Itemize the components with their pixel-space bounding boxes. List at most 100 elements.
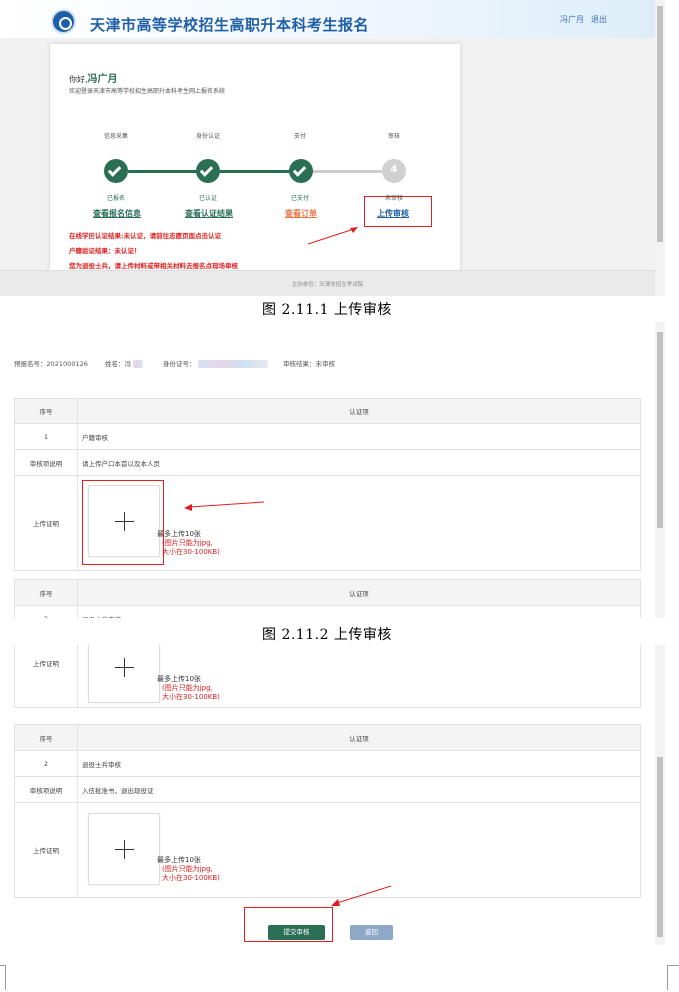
blurred-id [197, 360, 268, 368]
table-row: 1 户籍审核 [14, 423, 641, 450]
table-header: 序号 认证项 [14, 398, 641, 424]
scrollbar-thumb[interactable] [657, 757, 663, 937]
blurred-name [133, 360, 144, 368]
header-item: 认证项 [77, 724, 641, 751]
greeting: 你好,冯广月 [69, 70, 118, 85]
view-order-link[interactable]: 查看订单 [285, 208, 317, 219]
view-auth-result-link[interactable]: 查看认证结果 [185, 208, 233, 219]
warning-veteran: 您为退役士兵，请上传材料或带相关材料去报名点现场审核 [69, 262, 238, 270]
table-row: 2 退役士兵审核 [14, 605, 641, 618]
id-label: 身份证号： [163, 360, 196, 368]
plus-icon-vertical [124, 840, 125, 859]
upload-label-cell: 上传证明 [14, 475, 78, 571]
header-serial: 序号 [14, 724, 78, 751]
item-cell: 户籍审核 [77, 423, 641, 450]
header-serial: 序号 [14, 398, 78, 424]
scrollbar-thumb[interactable] [657, 332, 663, 528]
applicant-name: 姓名：冯 [105, 358, 144, 368]
upload-hint-format: (图片只能为jpg, [162, 865, 213, 873]
id-number: 身份证号： [163, 358, 268, 368]
registration-number: 预报名号：2021000126 [14, 360, 88, 368]
progress-line-2 [220, 170, 300, 173]
highlight-box-upload [82, 480, 164, 565]
desc-label-cell: 审核项说明 [14, 776, 78, 803]
step-title-auth: 身份认证 [195, 133, 220, 140]
desc-value-cell: 请上传户口本首以及本人页 [77, 449, 641, 476]
view-registration-link[interactable]: 查看报名信息 [93, 208, 141, 219]
check-icon [292, 163, 307, 177]
screenshot-status-page: 天津市高等学校招生高职升本科考生报名 冯广月 退出 你好,冯广月 欢迎登录天津市… [0, 0, 665, 296]
step-circle-1 [104, 159, 128, 183]
welcome-text: 欢迎登录天津市高等学校招生高职升本科考生网上报名系统 [69, 88, 226, 95]
step-circle-3 [289, 159, 313, 183]
annotation-arrow [184, 501, 265, 511]
page-corner-mark-left [0, 965, 6, 990]
upload-hint-size: 大小在30-100KB) [162, 693, 220, 701]
upload-hint-size: 大小在30-100KB) [162, 874, 220, 882]
step-status-1: 已报名 [106, 195, 125, 202]
upload-hint-size: 大小在30-100KB) [162, 548, 220, 556]
step-status-3: 已支付 [290, 195, 309, 202]
check-icon [199, 163, 214, 177]
desc-value-cell: 入伍批准书，退出现役证 [77, 776, 641, 803]
table-header: 序号 认证项 [14, 579, 641, 606]
highlight-box-upload-review [364, 196, 432, 227]
name-text: 姓名：冯 [105, 360, 131, 368]
table-row: 审核项说明 入伍批准书，退出现役证 [14, 776, 641, 803]
upload-hint: 最多上传10张 (图片只能为jpg, 大小在30-100KB) [157, 675, 220, 702]
submit-review-button[interactable]: 提交审核 [268, 925, 325, 940]
step-title-info: 信息采集 [103, 133, 128, 140]
step-number: 4 [390, 164, 398, 175]
item-cell: 退役士兵审核 [77, 750, 641, 777]
desc-label-cell: 审核项说明 [14, 449, 78, 476]
step-circle-4: 4 [382, 159, 406, 183]
upload-hint-format: (图片只能为jpg, [162, 539, 213, 547]
check-icon [107, 163, 122, 177]
upload-hint-format: (图片只能为jpg, [162, 684, 213, 692]
page-corner-mark-right [667, 965, 679, 990]
step-title-review: 审核 [387, 133, 400, 140]
plus-icon-vertical [124, 658, 125, 677]
step-title-pay: 支付 [293, 133, 306, 140]
step-status-2: 已认证 [198, 195, 217, 202]
figure-caption-2: 图 2.11.2 上传审核 [262, 627, 392, 643]
greeting-name: 冯广月 [87, 74, 118, 85]
screenshot-upload-form: 预报名号：2021000126 姓名：冯 身份证号： 审核结果：未审核 序号 认… [0, 322, 665, 618]
site-title: 天津市高等学校招生高职升本科考生报名 [90, 16, 370, 34]
table-row: 2 退役士兵审核 [14, 750, 641, 777]
item-cell: 退役士兵审核 [77, 605, 641, 618]
header-serial: 序号 [14, 579, 78, 606]
header-item: 认证项 [77, 579, 641, 606]
upload-hint-count: 最多上传10张 [157, 856, 201, 864]
user-name-link[interactable]: 冯广月 [560, 14, 584, 25]
step-circle-2 [196, 159, 220, 183]
serial-cell: 2 [14, 750, 78, 777]
upload-image-button[interactable] [88, 813, 160, 885]
header-item: 认证项 [77, 398, 641, 424]
annotation-arrow [331, 885, 392, 906]
warning-education: 在线学历认证结果:未认证，请前往志愿页面点击认证 [69, 232, 222, 240]
review-result: 审核结果：未审核 [283, 358, 335, 368]
logout-link[interactable]: 退出 [591, 14, 607, 25]
scrollbar-thumb[interactable] [657, 6, 663, 242]
greeting-prefix: 你好, [69, 75, 88, 84]
figure-caption-1: 图 2.11.1 上传审核 [262, 302, 392, 318]
footer-text: 主办单位：天津市招生考试院 [291, 282, 364, 288]
serial-cell: 1 [14, 423, 78, 450]
serial-cell: 2 [14, 605, 78, 618]
upload-label-cell: 上传证明 [14, 802, 78, 898]
upload-hint-count: 最多上传10张 [157, 530, 201, 538]
screenshot-upload-submit: 上传证明 最多上传10张 (图片只能为jpg, 大小在30-100KB) 序号 … [0, 645, 665, 945]
warning-household: 户籍验证结果：未认证！ [69, 247, 141, 255]
table-row: 审核项说明 请上传户口本首以及本人页 [14, 449, 641, 476]
upload-hint: 最多上传10张 (图片只能为jpg, 大小在30-100KB) [157, 530, 220, 557]
upload-hint: 最多上传10张 (图片只能为jpg, 大小在30-100KB) [157, 856, 220, 883]
back-button[interactable]: 返回 [350, 925, 393, 940]
certification-table-2: 序号 认证项 2 退役士兵审核 [14, 579, 641, 618]
upload-hint-count: 最多上传10张 [157, 675, 201, 683]
progress-line-3 [312, 170, 382, 173]
upload-image-button[interactable] [88, 645, 160, 703]
annotation-arrow [307, 227, 358, 245]
table-header: 序号 认证项 [14, 724, 641, 751]
result-label: 审核结果： [283, 360, 316, 368]
